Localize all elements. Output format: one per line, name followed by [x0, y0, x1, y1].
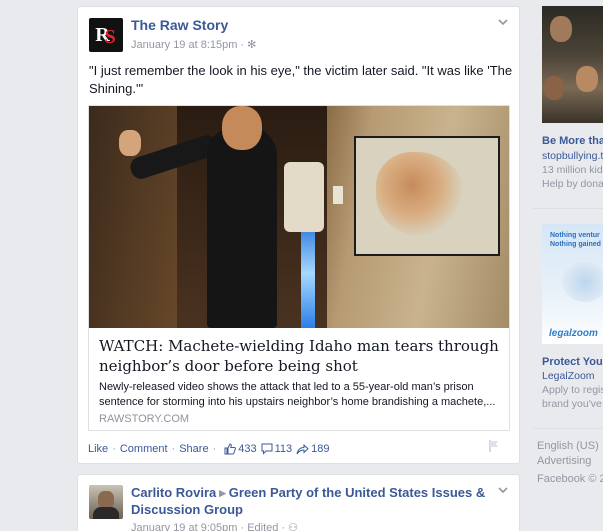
ad-title-link[interactable]: Protect You	[542, 356, 603, 368]
thumb-bag	[284, 162, 324, 232]
thumbs-up-icon	[224, 443, 237, 455]
link-source: RAWSTORY.COM	[99, 413, 190, 425]
shares-count-value: 189	[311, 443, 330, 455]
thumb-wall-map	[354, 136, 500, 256]
post-timestamp[interactable]: January 19 at 8:15pm	[131, 39, 237, 51]
ad-image[interactable]: Nothing ventur Nothing gained legalzoom	[542, 224, 603, 344]
comment-link[interactable]: Comment	[120, 443, 168, 455]
action-separator: ·	[112, 443, 116, 455]
thumb-head	[222, 106, 262, 150]
like-link[interactable]: Like	[88, 443, 108, 455]
comments-count[interactable]: 113	[261, 443, 293, 455]
ad-text: 13 million kid	[542, 164, 603, 176]
meta-separator: ·	[237, 522, 248, 531]
post-card: Carlito Rovira ▸ Green Party of the United…	[77, 474, 520, 531]
post-actions-bar: Like · Comment · Share · 433 113 189	[88, 443, 330, 455]
likes-count-value: 433	[238, 443, 257, 455]
legalzoom-logo: legalzoom	[549, 328, 598, 339]
right-sidebar: Be More tha stopbullying.t 13 million ki…	[533, 0, 603, 531]
post-header: Carlito Rovira ▸ Green Party of the United…	[131, 484, 501, 518]
logo-letter-s: S	[104, 25, 116, 48]
ad-image-text: Nothing ventur	[550, 232, 600, 239]
post-meta: January 19 at 8:15pm · ✻	[131, 38, 256, 51]
language-link[interactable]: English (US)	[537, 440, 599, 452]
sidebar-divider	[533, 208, 603, 209]
thumb-hand	[119, 130, 141, 156]
ad-title-link[interactable]: Be More tha	[542, 135, 603, 147]
ad-image-graphic	[562, 262, 603, 302]
comment-bubble-icon	[261, 443, 273, 455]
post-status-text: "I just remember the look in his eye," t…	[89, 63, 513, 96]
ad-url[interactable]: stopbullying.t	[542, 150, 603, 162]
post-options-chevron-icon[interactable]	[496, 15, 510, 29]
post-options-chevron-icon[interactable]	[496, 483, 510, 497]
link-title[interactable]: WATCH: Machete-wielding Idaho man tears …	[99, 336, 501, 376]
meta-separator: ·	[240, 39, 245, 51]
edited-label[interactable]: Edited	[247, 522, 278, 531]
sidebar-divider	[533, 428, 603, 429]
action-separator: ·	[171, 443, 176, 455]
share-link[interactable]: Share	[179, 443, 208, 455]
advertising-link[interactable]: Advertising	[537, 455, 591, 467]
copyright-text: Facebook © 2	[537, 473, 603, 485]
page-avatar[interactable]: RS	[89, 18, 123, 52]
share-arrow-icon	[296, 443, 309, 455]
post-card: RS The Raw Story January 19 at 8:15pm · ✻ …	[77, 6, 520, 464]
meta-separator: ·	[278, 522, 289, 531]
ad-image[interactable]	[542, 6, 603, 123]
link-attachment[interactable]: WATCH: Machete-wielding Idaho man tears …	[88, 105, 510, 431]
link-description: Newly-released video shows the attack th…	[99, 381, 496, 408]
ad-image-face	[544, 76, 564, 100]
ad-image-face	[550, 16, 572, 42]
ad-image-face	[576, 66, 598, 92]
ad-text: Help by dona	[542, 178, 603, 190]
post-timestamp[interactable]: January 19 at 9:05pm	[131, 522, 237, 531]
ad-text: brand you've	[542, 398, 602, 410]
author-avatar[interactable]	[89, 485, 123, 519]
thumb-light-switch	[333, 186, 343, 204]
shares-count[interactable]: 189	[296, 443, 330, 455]
thumb-window-glass	[301, 218, 315, 328]
video-thumbnail[interactable]	[89, 106, 509, 328]
thumb-person	[207, 126, 277, 328]
audience-group-icon[interactable]: ⚇	[288, 522, 298, 531]
comments-count-value: 113	[274, 443, 293, 455]
page-name-link[interactable]: The Raw Story	[131, 17, 228, 33]
likes-count[interactable]: 433	[224, 443, 257, 455]
audience-globe-icon[interactable]: ✻	[247, 39, 256, 51]
posted-in-arrow-icon: ▸	[219, 485, 226, 500]
ad-image-text: Nothing gained	[550, 241, 601, 248]
action-separator: ·	[212, 443, 217, 455]
report-flag-icon[interactable]	[487, 439, 501, 456]
post-meta: January 19 at 9:05pm · Edited · ⚇	[131, 521, 298, 531]
ad-url[interactable]: LegalZoom	[542, 370, 603, 382]
ad-text: Apply to regis	[542, 384, 603, 396]
avatar-body	[93, 507, 119, 519]
author-name-link[interactable]: Carlito Rovira	[131, 485, 216, 500]
